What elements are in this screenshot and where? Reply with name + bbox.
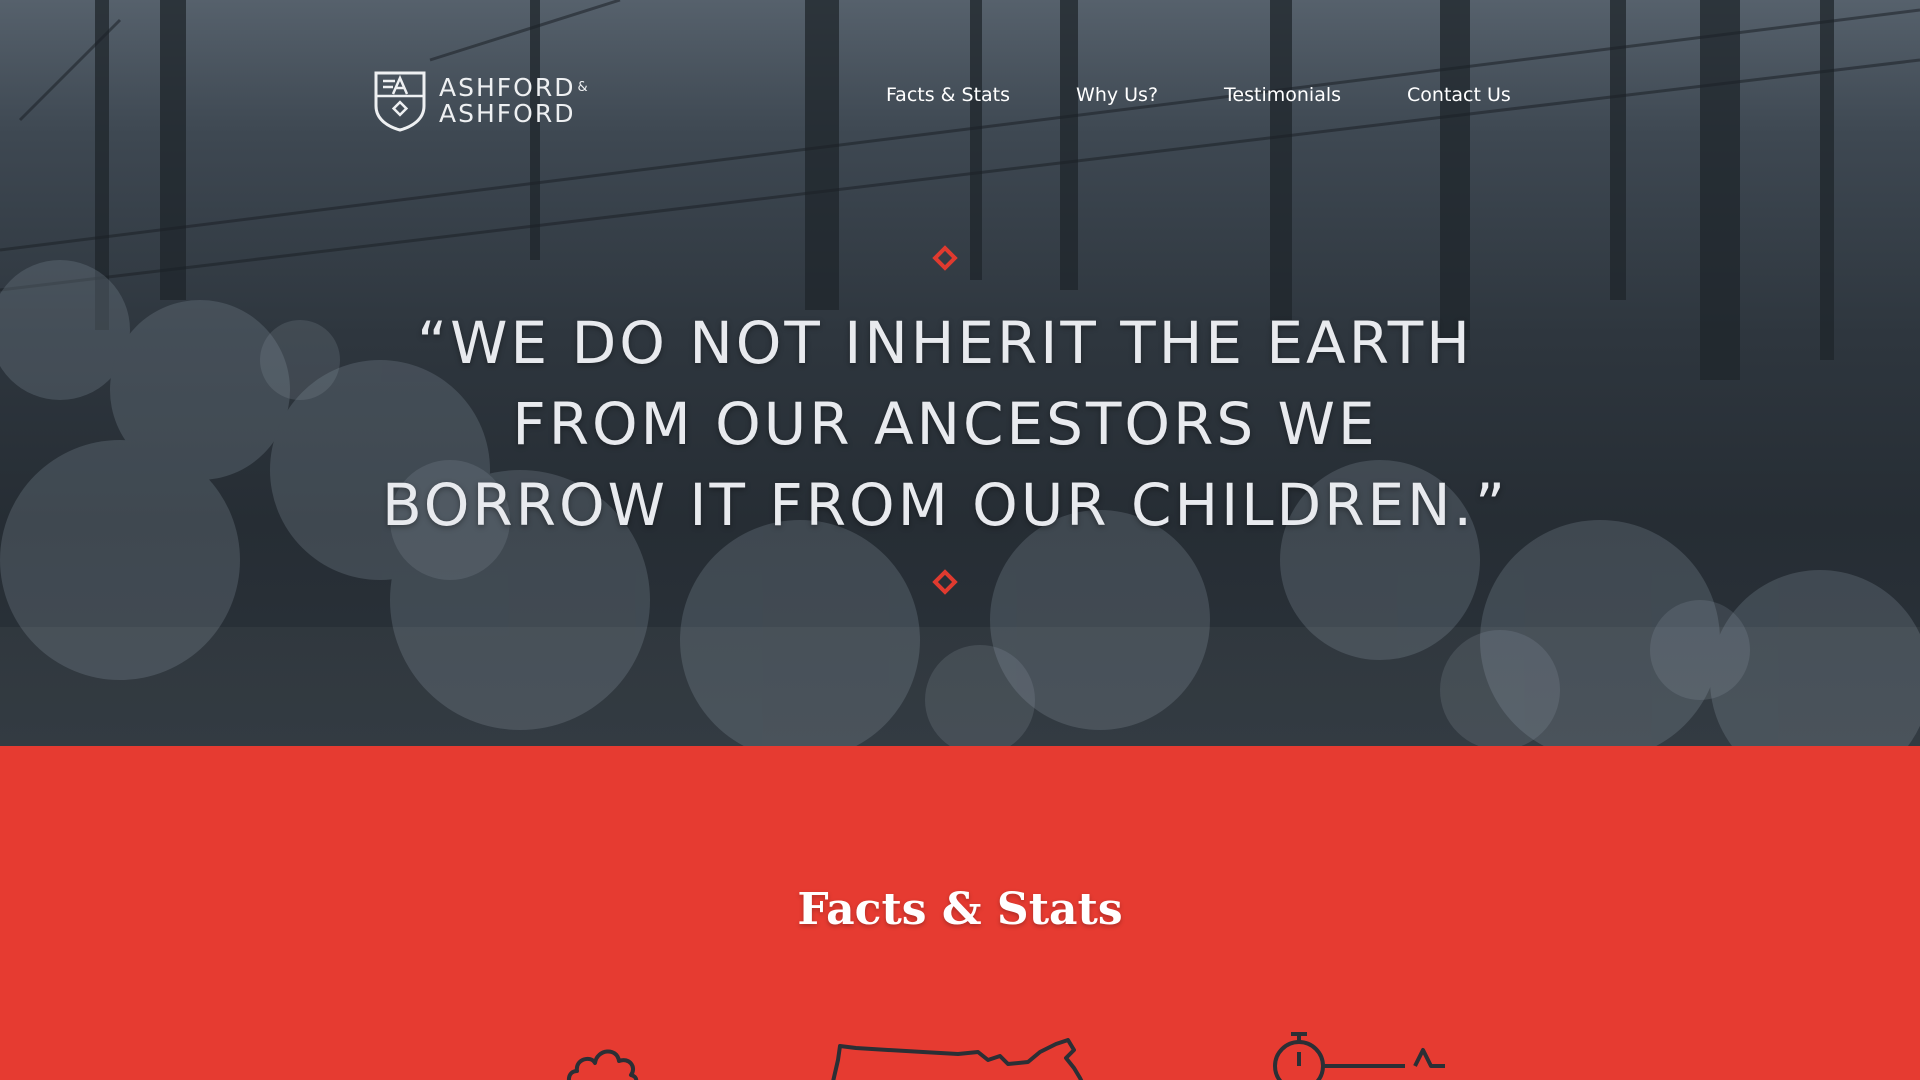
nav-link-why-us[interactable]: Why Us? (1076, 84, 1158, 106)
usa-map-icon (831, 1038, 1084, 1080)
quote-line-2: FROM OUR ANCESTORS WE (512, 390, 1378, 458)
facts-section: Facts & Stats (0, 746, 1920, 1080)
hero-section: ASHFORD & ASHFORD Facts & Stats Why Us? T… (0, 0, 1920, 746)
quote-line-3: BORROW IT FROM OUR CHILDREN.” (381, 471, 1509, 539)
hero-quote: “WE DO NOT INHERIT THE EARTH FROM OUR AN… (300, 303, 1590, 546)
nav-link-contact-us[interactable]: Contact Us (1407, 84, 1511, 106)
nav-link-testimonials[interactable]: Testimonials (1224, 84, 1341, 106)
quote-line-1: “WE DO NOT INHERIT THE EARTH (417, 309, 1473, 377)
main-nav: Facts & Stats Why Us? Testimonials Conta… (886, 84, 1511, 106)
shield-logo-icon (374, 71, 426, 132)
hero-bottom-band (0, 627, 1920, 746)
brand-name-line1: ASHFORD (439, 73, 576, 102)
brand-name-line2: ASHFORD (439, 99, 576, 128)
facts-title: Facts & Stats (797, 884, 1123, 935)
nav-link-facts-stats[interactable]: Facts & Stats (886, 84, 1010, 106)
stopwatch-icon (1273, 1032, 1445, 1080)
brand-logo[interactable]: ASHFORD & ASHFORD (373, 70, 590, 132)
cloud-icon (566, 1049, 639, 1080)
brand-name: ASHFORD & ASHFORD (439, 75, 590, 127)
brand-ampersand: & (577, 80, 590, 95)
